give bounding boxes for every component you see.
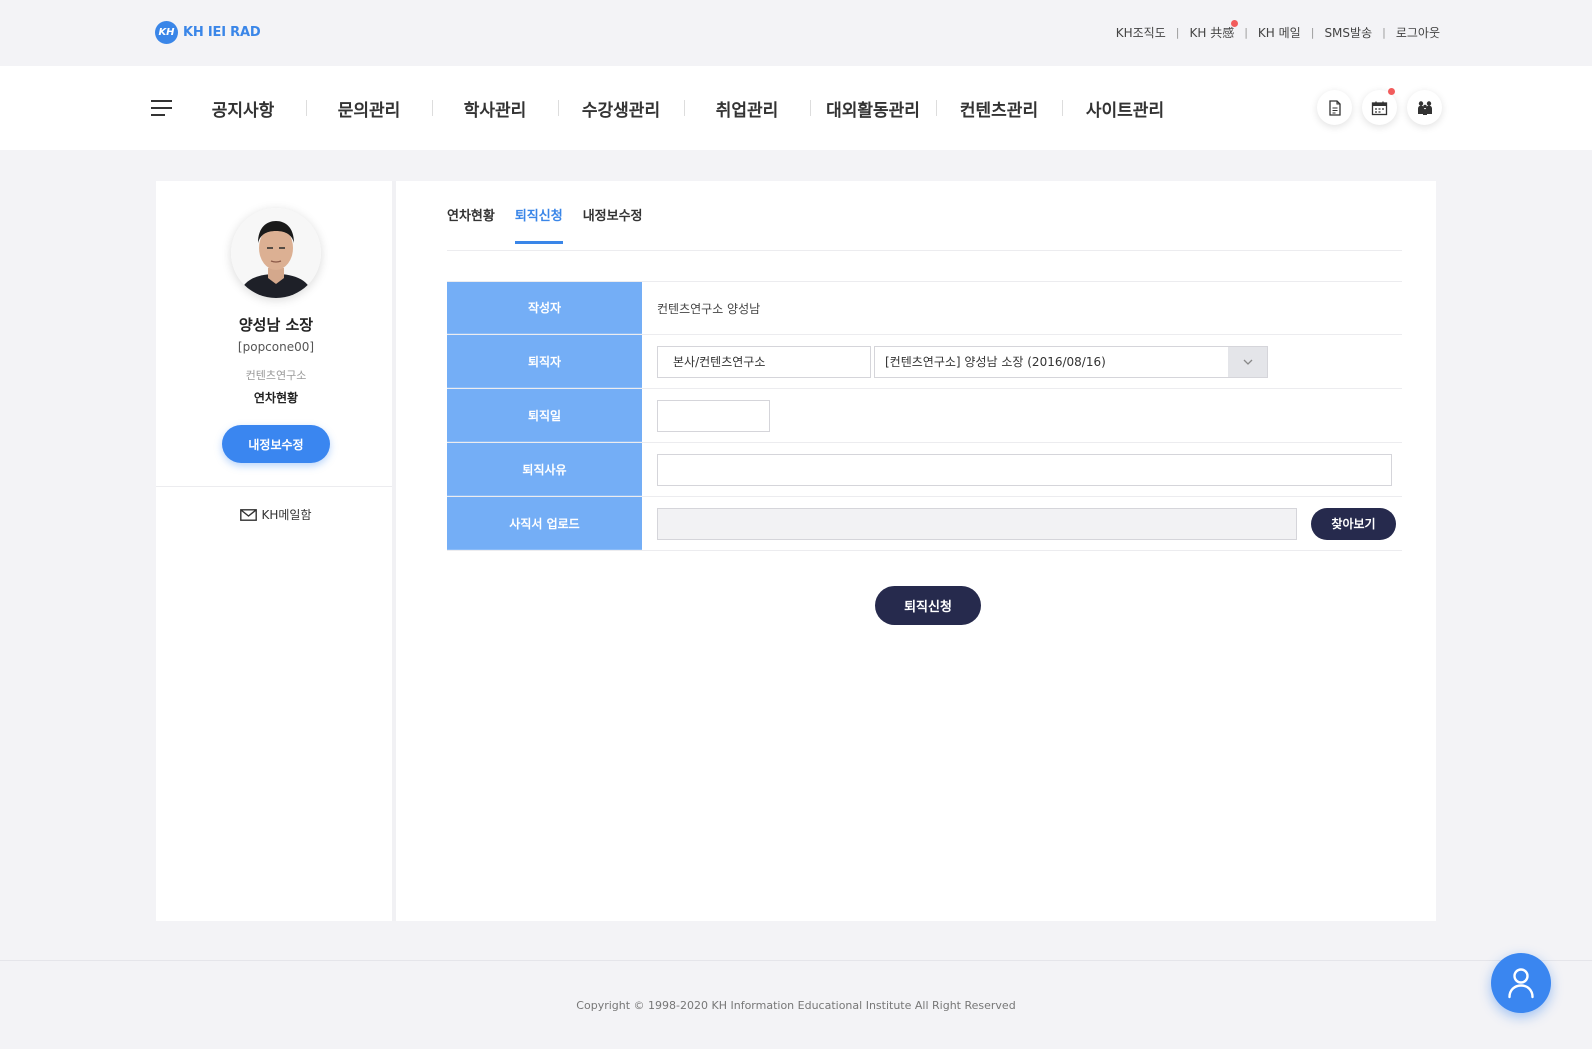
global-navigation: 공지사항 문의관리 학사관리 수강생관리 취업관리 대외활동관리 컨텐츠관리 사… <box>0 66 1592 150</box>
form-row-reason: 퇴직사유 <box>447 443 1402 497</box>
chevron-down-icon[interactable] <box>1228 346 1267 377</box>
tab-resignation[interactable]: 퇴직신청 <box>514 205 563 244</box>
profile-sidebar: 양성남 소장 [popcone00] 컨텐츠연구소 연차현황 내정보수정 KH메… <box>156 181 396 921</box>
user-id: [popcone00] <box>237 340 315 354</box>
document-icon[interactable] <box>1317 90 1352 125</box>
form-row-date: 퇴직일 <box>447 389 1402 443</box>
avatar <box>231 208 321 298</box>
utility-links: KH조직도 | KH 共感 | KH 메일 | SMS발송 | 로그아웃 <box>1116 20 1440 41</box>
mail-icon <box>240 508 258 521</box>
notification-dot <box>1231 20 1239 27</box>
util-separator: | <box>1244 26 1248 39</box>
top-utility-bar: KH KH IEI RAD KH조직도 | KH 共感 | KH 메일 | SM… <box>0 0 1592 66</box>
util-link-empathy-label: KH 共感 <box>1189 26 1235 40</box>
submit-resignation-button[interactable]: 퇴직신청 <box>875 586 981 625</box>
gnb-item-contents[interactable]: 컨텐츠관리 <box>936 96 1062 121</box>
gnb-item-site[interactable]: 사이트관리 <box>1062 96 1188 121</box>
util-separator: | <box>1382 26 1386 39</box>
retiree-select-value: [컨텐츠연구소] 양성남 소장 (2016/08/16) <box>885 355 1106 369</box>
tab-annual-leave[interactable]: 연차현황 <box>447 205 495 244</box>
sidebar-divider <box>156 486 392 487</box>
gnb-icons <box>1317 88 1442 125</box>
reason-value <box>642 443 1402 496</box>
hamburger-menu-icon[interactable] <box>151 100 172 116</box>
retirement-date-input[interactable] <box>657 399 770 432</box>
content-area: 연차현황 퇴직신청 내정보수정 작성자 컨텐츠연구소 양성남 퇴직자 본사/컨텐… <box>400 181 1436 921</box>
form-row-retiree: 퇴직자 본사/컨텐츠연구소 [컨텐츠연구소] 양성남 소장 (2016/08/1… <box>447 335 1402 389</box>
retiree-select[interactable]: [컨텐츠연구소] 양성남 소장 (2016/08/16) <box>874 345 1268 378</box>
retiree-value: 본사/컨텐츠연구소 [컨텐츠연구소] 양성남 소장 (2016/08/16) <box>642 335 1402 388</box>
gnb-item-academic[interactable]: 학사관리 <box>432 96 558 121</box>
upload-label: 사직서 업로드 <box>447 497 642 550</box>
tab-bar: 연차현황 퇴직신청 내정보수정 <box>447 205 643 244</box>
mailbox-link[interactable]: KH메일함 <box>156 506 396 523</box>
writer-value: 컨텐츠연구소 양성남 <box>657 301 761 316</box>
user-department: 컨텐츠연구소 <box>245 369 307 382</box>
user-profile-float-button[interactable] <box>1491 953 1551 1013</box>
reason-label: 퇴직사유 <box>447 443 642 496</box>
util-link-sms[interactable]: SMS발송 <box>1324 24 1372 41</box>
gnb-item-students[interactable]: 수강생관리 <box>558 96 684 121</box>
people-icon[interactable] <box>1407 90 1442 125</box>
util-link-logout[interactable]: 로그아웃 <box>1396 24 1440 41</box>
util-link-org-chart[interactable]: KH조직도 <box>1116 24 1166 41</box>
gnb-item-external[interactable]: 대외활동관리 <box>810 96 936 121</box>
copyright: Copyright © 1998-2020 KH Information Edu… <box>576 999 1016 1012</box>
user-name: 양성남 소장 <box>238 316 314 334</box>
upload-value: 찾아보기 <box>642 497 1402 550</box>
edit-profile-button[interactable]: 내정보수정 <box>222 425 330 463</box>
retiree-dept-field[interactable]: 본사/컨텐츠연구소 <box>657 345 871 378</box>
util-link-mail[interactable]: KH 메일 <box>1258 24 1301 41</box>
writer-label: 작성자 <box>447 282 642 334</box>
gnb-menu: 공지사항 문의관리 학사관리 수강생관리 취업관리 대외활동관리 컨텐츠관리 사… <box>180 66 1188 150</box>
logo-text: KH IEI RAD <box>183 25 261 40</box>
date-label: 퇴직일 <box>447 389 642 442</box>
user-status: 연차현황 <box>253 391 299 405</box>
util-link-empathy[interactable]: KH 共感 <box>1189 20 1239 41</box>
retiree-label: 퇴직자 <box>447 335 642 388</box>
date-value <box>642 389 1402 442</box>
retirement-reason-input[interactable] <box>657 453 1392 486</box>
gnb-item-inquiry[interactable]: 문의관리 <box>306 96 432 121</box>
gnb-item-employment[interactable]: 취업관리 <box>684 96 810 121</box>
file-path-field[interactable] <box>657 507 1297 540</box>
notification-dot <box>1388 88 1395 95</box>
mailbox-label: KH메일함 <box>261 508 312 522</box>
tab-divider <box>447 250 1402 251</box>
logo[interactable]: KH KH IEI RAD <box>155 21 261 44</box>
util-separator: | <box>1310 26 1315 39</box>
gnb-item-notice[interactable]: 공지사항 <box>180 96 306 121</box>
main-container: 양성남 소장 [popcone00] 컨텐츠연구소 연차현황 내정보수정 KH메… <box>156 181 1436 921</box>
form-row-upload: 사직서 업로드 찾아보기 <box>447 497 1402 551</box>
browse-button[interactable]: 찾아보기 <box>1311 507 1396 540</box>
resignation-form: 작성자 컨텐츠연구소 양성남 퇴직자 본사/컨텐츠연구소 [컨텐츠연구소] 양성… <box>447 281 1402 551</box>
calendar-icon[interactable] <box>1362 88 1397 125</box>
user-icon <box>1508 968 1534 999</box>
logo-mark: KH <box>155 21 178 44</box>
tab-edit-profile[interactable]: 내정보수정 <box>583 205 643 244</box>
form-row-writer: 작성자 컨텐츠연구소 양성남 <box>447 281 1402 335</box>
util-separator: | <box>1175 26 1180 39</box>
footer: Copyright © 1998-2020 KH Information Edu… <box>0 960 1592 1049</box>
